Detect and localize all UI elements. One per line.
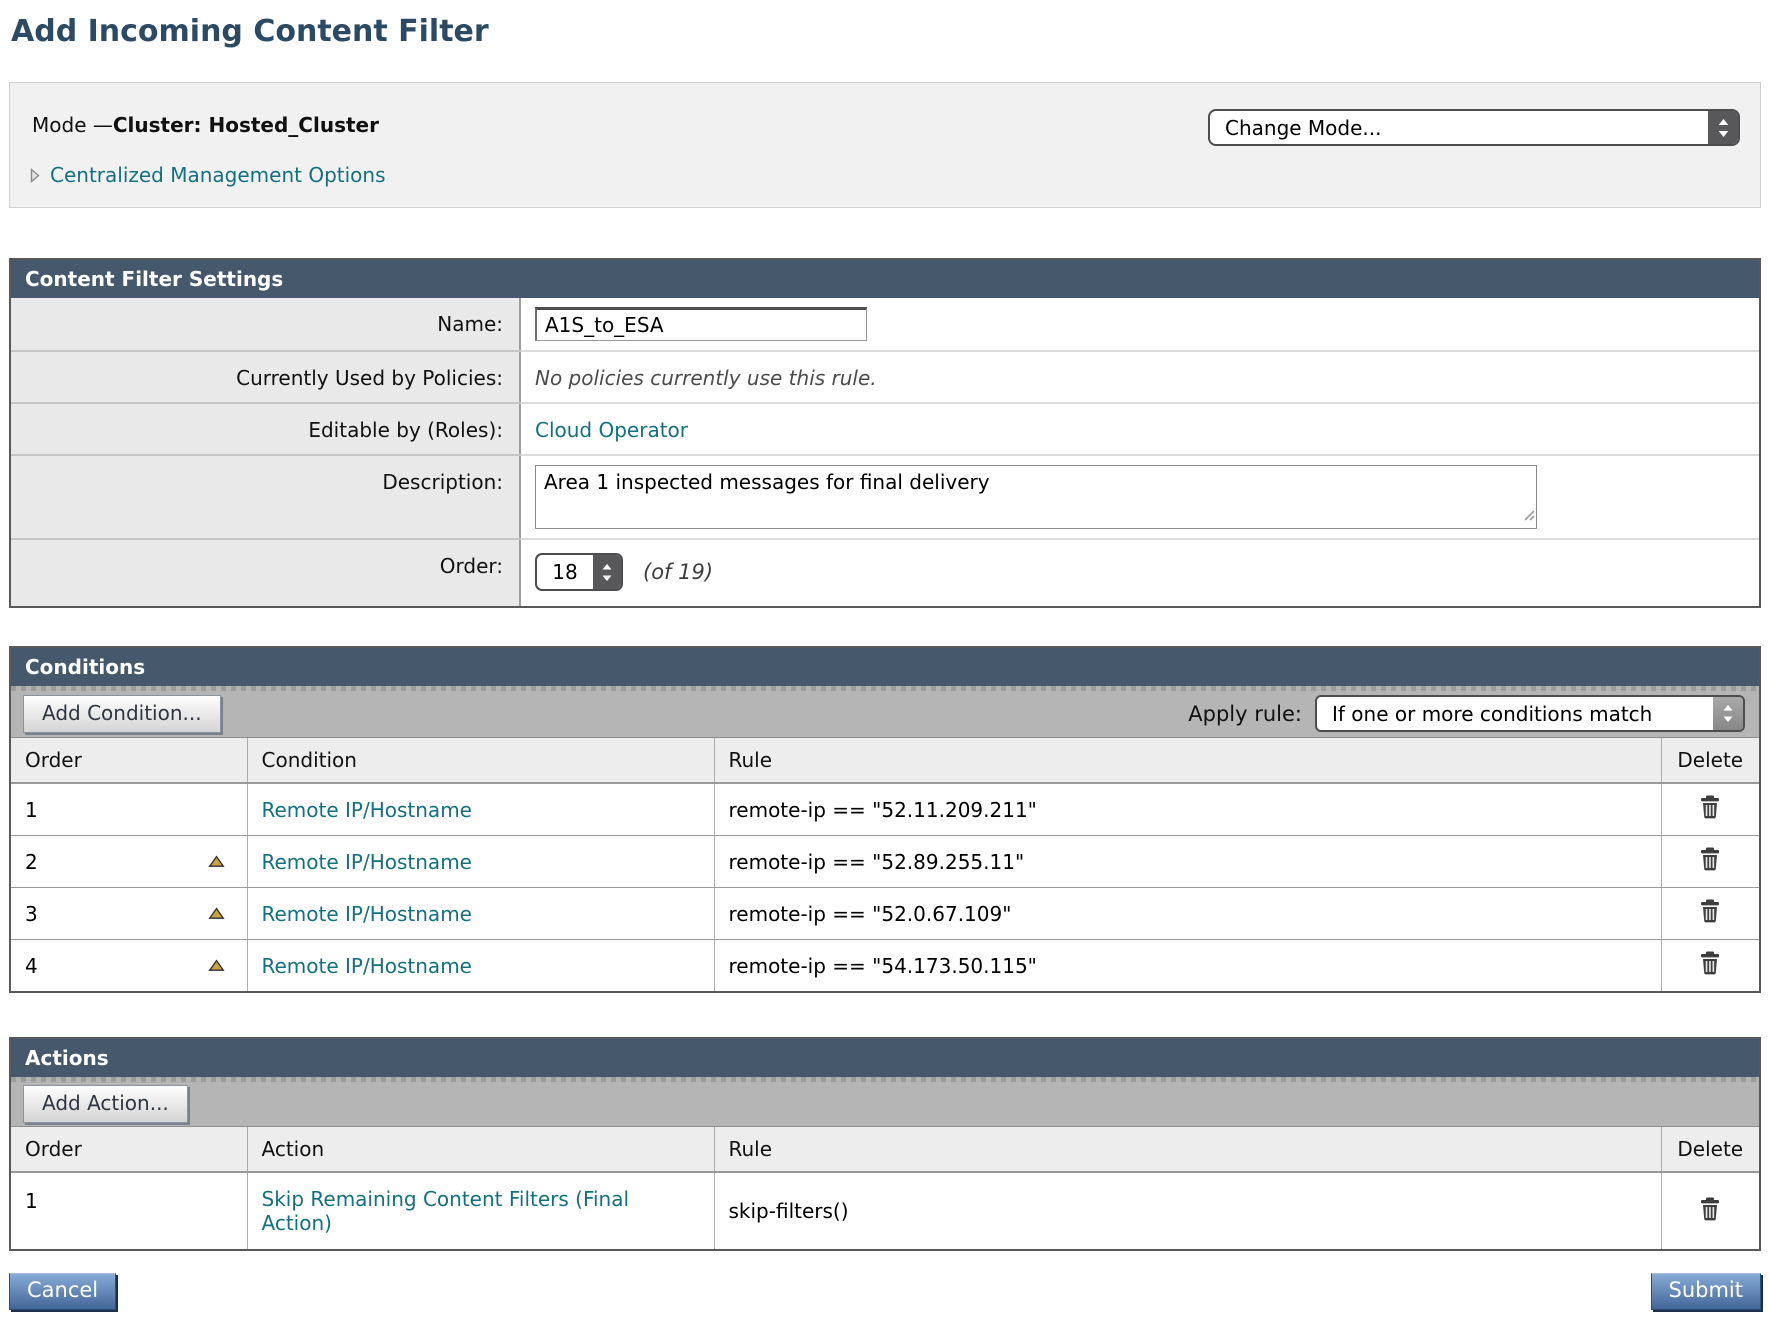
- actions-panel: Actions Add Action... Order Action Rule …: [9, 1037, 1761, 1251]
- cloud-operator-link[interactable]: Cloud Operator: [535, 413, 688, 442]
- select-stepper-icon: [1713, 697, 1743, 730]
- name-row: Name:: [11, 298, 1759, 351]
- conditions-header: Conditions: [11, 648, 1759, 686]
- actions-toolbar: Add Action...: [11, 1077, 1759, 1127]
- condition-link[interactable]: Remote IP/Hostname: [262, 902, 472, 926]
- condition-row: 4 Remote IP/Hostname remote-ip == "54.17…: [11, 940, 1759, 992]
- content-filter-settings-panel: Content Filter Settings Name: Currently …: [9, 258, 1761, 608]
- page-title: Add Incoming Content Filter: [11, 14, 1761, 50]
- select-stepper-icon: [1708, 111, 1738, 144]
- disclosure-triangle-icon: [30, 168, 40, 183]
- description-label: Description:: [11, 455, 520, 539]
- mode-bar: Mode —Cluster: Hosted_Cluster Change Mod…: [9, 82, 1761, 208]
- policies-row: Currently Used by Policies: No policies …: [11, 351, 1759, 403]
- col-rule-header: Rule: [714, 738, 1661, 783]
- col-delete-header: Delete: [1661, 1127, 1759, 1172]
- condition-row: 2 Remote IP/Hostname remote-ip == "52.89…: [11, 836, 1759, 888]
- footer-bar: Cancel Submit: [9, 1273, 1761, 1310]
- action-order: 1: [25, 1189, 38, 1213]
- conditions-table: Order Condition Rule Delete 1 Remote IP/…: [11, 738, 1759, 991]
- order-total-label: (of 19): [643, 560, 713, 584]
- trash-icon[interactable]: [1699, 847, 1721, 871]
- settings-table: Name: Currently Used by Policies: No pol…: [11, 298, 1759, 606]
- col-delete-header: Delete: [1661, 738, 1759, 783]
- col-order-header: Order: [11, 1127, 247, 1172]
- condition-row: 3 Remote IP/Hostname remote-ip == "52.0.…: [11, 888, 1759, 940]
- select-stepper-icon: [593, 555, 621, 589]
- name-label: Name:: [11, 298, 520, 351]
- move-up-icon[interactable]: [208, 855, 225, 868]
- order-select[interactable]: 18: [535, 553, 623, 591]
- submit-button[interactable]: Submit: [1651, 1273, 1762, 1310]
- cancel-button[interactable]: Cancel: [9, 1273, 116, 1310]
- condition-rule: remote-ip == "52.89.255.11": [729, 850, 1025, 874]
- trash-icon[interactable]: [1699, 951, 1721, 975]
- order-select-value: 18: [537, 555, 593, 589]
- condition-order: 4: [25, 954, 38, 978]
- conditions-toolbar: Add Condition... Apply rule: If one or m…: [11, 686, 1759, 738]
- col-condition-header: Condition: [247, 738, 714, 783]
- mode-line: Mode —Cluster: Hosted_Cluster: [32, 113, 379, 137]
- apply-rule-label: Apply rule:: [1188, 702, 1302, 726]
- condition-order: 3: [25, 902, 38, 926]
- col-order-header: Order: [11, 738, 247, 783]
- condition-rule: remote-ip == "52.0.67.109": [729, 902, 1012, 926]
- move-up-icon[interactable]: [208, 959, 225, 972]
- conditions-table-header-row: Order Condition Rule Delete: [11, 738, 1759, 783]
- actions-table-header-row: Order Action Rule Delete: [11, 1127, 1759, 1172]
- order-label: Order:: [11, 539, 520, 606]
- description-textarea[interactable]: Area 1 inspected messages for final deli…: [535, 465, 1537, 529]
- col-rule-header: Rule: [714, 1127, 1661, 1172]
- roles-row: Editable by (Roles): Cloud Operator: [11, 403, 1759, 455]
- trash-icon[interactable]: [1699, 1197, 1721, 1221]
- apply-rule-select[interactable]: If one or more conditions match: [1315, 695, 1745, 732]
- condition-order: 1: [25, 798, 38, 822]
- trash-icon[interactable]: [1699, 899, 1721, 923]
- condition-row: 1 Remote IP/Hostname remote-ip == "52.11…: [11, 783, 1759, 836]
- condition-rule: remote-ip == "52.11.209.211": [729, 798, 1037, 822]
- conditions-panel: Conditions Add Condition... Apply rule: …: [9, 646, 1761, 993]
- col-action-header: Action: [247, 1127, 714, 1172]
- description-row: Description: Area 1 inspected messages f…: [11, 455, 1759, 539]
- add-action-button[interactable]: Add Action...: [23, 1085, 188, 1123]
- actions-table: Order Action Rule Delete 1 Skip Remainin…: [11, 1127, 1759, 1249]
- condition-order: 2: [25, 850, 38, 874]
- mode-value: Cluster: Hosted_Cluster: [113, 113, 379, 137]
- mode-label: Mode —: [32, 113, 113, 137]
- action-row: 1 Skip Remaining Content Filters (Final …: [11, 1172, 1759, 1249]
- order-row: Order: 18 (of 19): [11, 539, 1759, 606]
- action-link[interactable]: Skip Remaining Content Filters (Final Ac…: [262, 1187, 630, 1235]
- centralized-management-options-link[interactable]: Centralized Management Options: [30, 163, 386, 187]
- actions-header: Actions: [11, 1039, 1759, 1077]
- centralized-management-options-label: Centralized Management Options: [50, 163, 386, 187]
- move-up-icon[interactable]: [208, 907, 225, 920]
- trash-icon[interactable]: [1699, 795, 1721, 819]
- condition-link[interactable]: Remote IP/Hostname: [262, 954, 472, 978]
- page: Add Incoming Content Filter Mode —Cluste…: [0, 0, 1770, 1320]
- name-input[interactable]: [535, 307, 867, 341]
- condition-link[interactable]: Remote IP/Hostname: [262, 850, 472, 874]
- apply-rule-select-value: If one or more conditions match: [1317, 697, 1713, 730]
- change-mode-select[interactable]: Change Mode...: [1208, 109, 1740, 146]
- content-filter-settings-header: Content Filter Settings: [11, 260, 1759, 298]
- roles-label: Editable by (Roles):: [11, 403, 520, 455]
- condition-rule: remote-ip == "54.173.50.115": [729, 954, 1037, 978]
- policies-label: Currently Used by Policies:: [11, 351, 520, 403]
- add-condition-button[interactable]: Add Condition...: [23, 695, 221, 733]
- action-rule: skip-filters(): [729, 1199, 849, 1223]
- policies-value: No policies currently use this rule.: [535, 361, 877, 390]
- condition-link[interactable]: Remote IP/Hostname: [262, 798, 472, 822]
- change-mode-select-value: Change Mode...: [1210, 111, 1708, 144]
